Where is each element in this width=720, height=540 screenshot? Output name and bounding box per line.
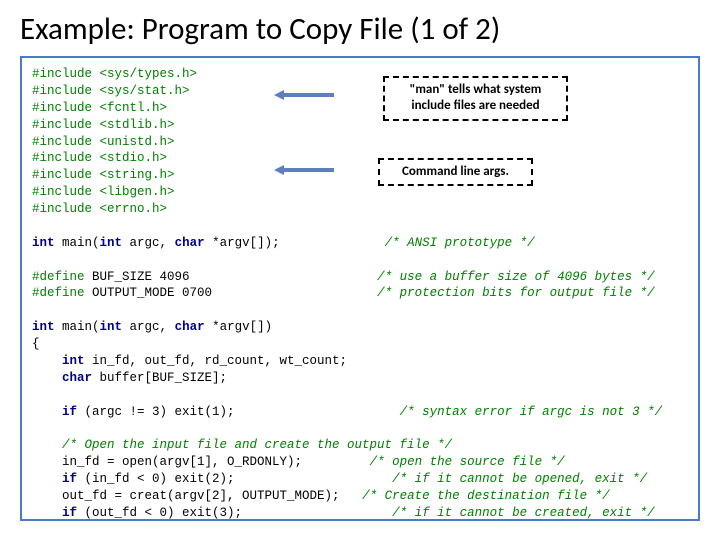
code-kw: char [32, 371, 92, 385]
code-text: argc, [122, 236, 175, 250]
code-line: #include <stdlib.h> [32, 118, 175, 132]
code-line: #include <errno.h> [32, 202, 167, 216]
code-text: BUF_SIZE 4096 [85, 270, 190, 284]
code-comment: /* Create the destination file */ [362, 489, 610, 503]
code-comment: /* use a buffer size of 4096 bytes */ [377, 270, 655, 284]
code-text: *argv[]); [205, 236, 280, 250]
code-comment: /* Open the input file and create the ou… [32, 438, 452, 452]
code-kw: int [32, 320, 55, 334]
code-text: main( [55, 236, 100, 250]
code-block: #include <sys/types.h> #include <sys/sta… [32, 66, 688, 522]
code-line: #include <fcntl.h> [32, 101, 167, 115]
code-comment: /* protection bits for output file */ [377, 286, 655, 300]
code-kw: int [100, 320, 123, 334]
code-kw: #define [32, 270, 85, 284]
code-kw: int [32, 354, 85, 368]
code-comment: /* if it cannot be created, exit */ [392, 506, 655, 520]
code-line: #include <unistd.h> [32, 135, 175, 149]
code-kw: char [175, 236, 205, 250]
code-comment: /* ANSI prototype */ [385, 236, 535, 250]
page-title: Example: Program to Copy File (1 of 2) [0, 0, 720, 56]
code-comment: /* syntax error if argc is not 3 */ [400, 405, 663, 419]
code-text: main( [55, 320, 100, 334]
code-text: *argv[]) [205, 320, 273, 334]
arrow-icon [274, 88, 334, 102]
code-comment: /* if it cannot be opened, exit */ [392, 472, 647, 486]
code-line: #include <libgen.h> [32, 185, 175, 199]
code-text: out_fd = creat(argv[2], OUTPUT_MODE); [32, 489, 340, 503]
code-line: #include <stdio.h> [32, 151, 167, 165]
code-text: buffer[BUF_SIZE]; [92, 371, 227, 385]
callout-man: "man" tells what system include files ar… [383, 76, 568, 121]
code-text: { [32, 337, 40, 351]
code-kw: if [32, 472, 77, 486]
code-text: in_fd, out_fd, rd_count, wt_count; [85, 354, 348, 368]
code-line: #include <string.h> [32, 168, 175, 182]
code-line: #include <sys/types.h> [32, 67, 197, 81]
code-kw: if [32, 506, 77, 520]
code-text: (out_fd < 0) exit(3); [77, 506, 242, 520]
code-kw: int [32, 236, 55, 250]
code-text: OUTPUT_MODE 0700 [85, 286, 213, 300]
code-text: (argc != 3) exit(1); [77, 405, 235, 419]
code-text: argc, [122, 320, 175, 334]
code-kw: char [175, 320, 205, 334]
code-kw: int [100, 236, 123, 250]
code-kw: #define [32, 286, 85, 300]
code-line: #include <sys/stat.h> [32, 84, 190, 98]
code-kw: if [32, 405, 77, 419]
callout-args: Command line args. [378, 158, 533, 186]
arrow-icon [274, 163, 334, 177]
code-area: "man" tells what system include files ar… [20, 56, 700, 521]
code-comment: /* open the source file */ [370, 455, 565, 469]
code-text: (in_fd < 0) exit(2); [77, 472, 235, 486]
code-text: in_fd = open(argv[1], O_RDONLY); [32, 455, 302, 469]
